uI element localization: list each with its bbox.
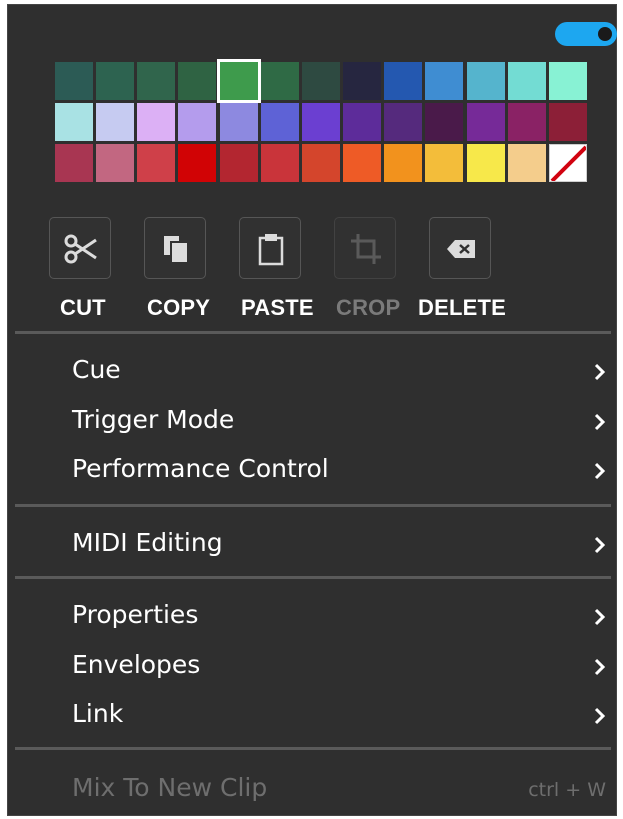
color-swatch[interactable] (96, 144, 135, 182)
menu-item-trigger-mode[interactable]: Trigger Mode (8, 397, 616, 443)
toggle-knob (598, 27, 612, 41)
color-swatch[interactable] (466, 103, 505, 141)
menu-item-label: MIDI Editing (72, 528, 223, 557)
color-swatch[interactable] (260, 144, 299, 182)
color-swatch[interactable] (343, 103, 382, 141)
menu-item-properties[interactable]: Properties (8, 592, 616, 638)
color-swatch[interactable] (137, 62, 176, 100)
cut-label: CUT (60, 295, 106, 320)
color-swatch[interactable] (301, 144, 340, 182)
color-palette (55, 59, 595, 188)
chevron-right-icon (594, 608, 606, 626)
color-swatch[interactable] (425, 103, 464, 141)
color-swatch[interactable] (96, 62, 135, 100)
color-swatch[interactable] (384, 103, 423, 141)
context-menu: CUT COPY PASTE CROP DELETE Cue Trigger M… (7, 4, 617, 816)
menu-divider (15, 747, 611, 750)
color-swatch[interactable] (178, 103, 217, 141)
chevron-right-icon (594, 536, 606, 554)
menu-item-label: Envelopes (72, 650, 201, 679)
chevron-right-icon (594, 658, 606, 676)
clipboard-icon (258, 234, 284, 266)
crop-icon (351, 234, 381, 264)
color-swatch[interactable] (178, 62, 217, 100)
crop-label: CROP (336, 295, 401, 320)
delete-button-frame (429, 217, 491, 279)
paste-button[interactable]: PASTE (239, 217, 319, 323)
color-swatch[interactable] (507, 62, 546, 100)
color-swatch[interactable] (55, 144, 93, 182)
color-swatch[interactable] (425, 144, 464, 182)
color-swatch[interactable] (96, 103, 135, 141)
no-color-icon (550, 145, 586, 181)
menu-item-mix-to-new-clip[interactable]: Mix To New Clip ctrl + W (8, 765, 616, 811)
color-swatch[interactable] (548, 62, 587, 100)
color-swatch[interactable] (55, 103, 93, 141)
cut-button-frame (49, 217, 111, 279)
backspace-icon (447, 240, 475, 258)
menu-item-label: Performance Control (72, 454, 329, 483)
paste-button-frame (239, 217, 301, 279)
crop-button[interactable]: CROP (334, 217, 414, 323)
delete-button[interactable]: DELETE (418, 217, 509, 323)
menu-item-label: Link (72, 699, 124, 728)
shortcut-hint: ctrl + W (528, 779, 606, 801)
chevron-right-icon (594, 707, 606, 725)
menu-item-midi-editing[interactable]: MIDI Editing (8, 520, 616, 566)
edit-toolbar: CUT COPY PASTE CROP DELETE (49, 217, 519, 323)
color-swatch[interactable] (137, 144, 176, 182)
no-color-swatch[interactable] (548, 144, 587, 182)
color-swatch[interactable] (137, 103, 176, 141)
color-swatch[interactable] (260, 62, 299, 100)
cut-button[interactable]: CUT (49, 217, 129, 323)
menu-item-label: Properties (72, 600, 199, 629)
color-swatch[interactable] (507, 144, 546, 182)
delete-label: DELETE (418, 295, 506, 320)
copy-icon (164, 236, 189, 264)
color-swatch[interactable] (384, 144, 423, 182)
menu-divider (15, 576, 611, 579)
menu-item-label: Mix To New Clip (72, 773, 268, 802)
color-swatch[interactable] (219, 103, 258, 141)
color-swatch[interactable] (384, 62, 423, 100)
chevron-right-icon (594, 462, 606, 480)
menu-item-label: Cue (72, 355, 121, 384)
menu-item-performance-control[interactable]: Performance Control (8, 446, 616, 492)
chevron-right-icon (594, 363, 606, 381)
menu-item-label: Trigger Mode (72, 405, 235, 434)
copy-button[interactable]: COPY (144, 217, 224, 323)
color-swatch[interactable] (178, 144, 217, 182)
color-swatch[interactable] (507, 103, 546, 141)
menu-item-cue[interactable]: Cue (8, 347, 616, 393)
color-swatch[interactable] (343, 62, 382, 100)
color-swatch[interactable] (55, 62, 93, 100)
color-swatch[interactable] (216, 59, 261, 103)
color-swatch[interactable] (219, 144, 258, 182)
paste-label: PASTE (241, 295, 314, 320)
menu-divider (15, 504, 611, 507)
color-swatch[interactable] (301, 103, 340, 141)
scissors-icon (64, 234, 97, 264)
color-swatch[interactable] (343, 144, 382, 182)
menu-item-link[interactable]: Link (8, 691, 616, 737)
toggle-switch[interactable] (555, 22, 617, 46)
color-swatch[interactable] (466, 62, 505, 100)
chevron-right-icon (594, 413, 606, 431)
crop-button-frame (334, 217, 396, 279)
color-swatch[interactable] (548, 103, 587, 141)
menu-item-envelopes[interactable]: Envelopes (8, 642, 616, 688)
menu-divider (15, 331, 611, 334)
copy-label: COPY (147, 295, 211, 320)
color-swatch[interactable] (425, 62, 464, 100)
color-swatch[interactable] (301, 62, 340, 100)
copy-button-frame (144, 217, 206, 279)
color-swatch[interactable] (466, 144, 505, 182)
color-swatch[interactable] (260, 103, 299, 141)
